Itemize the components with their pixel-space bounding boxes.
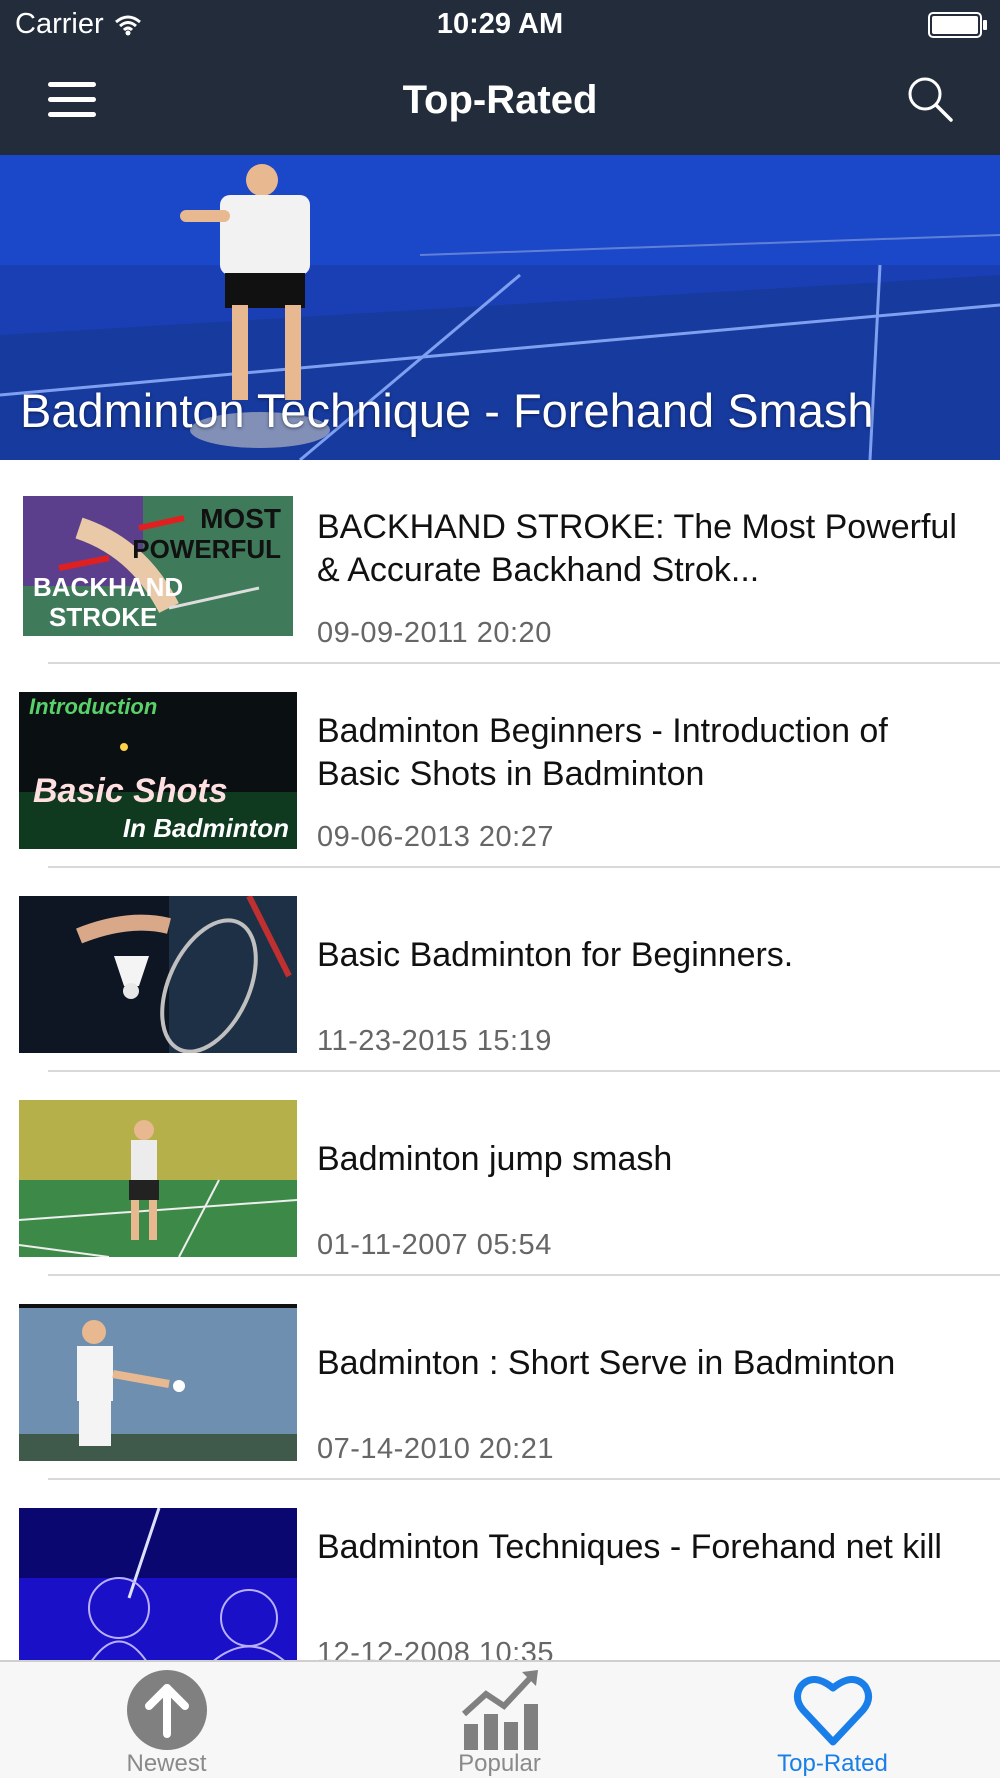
video-title: Badminton Beginners - Introduction of Ba…	[317, 712, 888, 793]
thumb-text-introduction: Introduction	[29, 694, 157, 719]
tab-label: Top-Rated	[777, 1750, 888, 1777]
search-button[interactable]	[905, 74, 955, 124]
video-thumbnail	[19, 896, 297, 1053]
video-title: Basic Badminton for Beginners.	[317, 936, 794, 974]
video-title: BACKHAND STROKE: The Most Powerful & Acc…	[317, 508, 957, 589]
trending-chart-icon	[461, 1670, 538, 1750]
featured-video-banner[interactable]: Badminton Technique - Forehand Smash	[0, 155, 1000, 460]
upload-arrow-icon	[126, 1670, 207, 1750]
video-title: Badminton Techniques - Forehand net kill	[317, 1528, 942, 1566]
video-thumbnail	[19, 1100, 297, 1257]
video-row[interactable]: Badminton jump smash 01-11-2007 05:54	[0, 1072, 1000, 1276]
video-date: 07-14-2010 20:21	[317, 1433, 554, 1465]
thumb-text-powerful: POWERFUL	[132, 534, 281, 564]
video-title: Badminton jump smash	[317, 1140, 673, 1178]
video-date: 09-06-2013 20:27	[317, 821, 554, 853]
thumb-text-most: MOST	[200, 503, 281, 534]
video-thumbnail: MOST POWERFUL BACKHAND STROKE	[19, 488, 297, 645]
video-list: MOST POWERFUL BACKHAND STROKE BACKHAND S…	[0, 460, 1000, 1660]
battery-icon	[928, 12, 987, 38]
video-row[interactable]: Badminton : Short Serve in Badminton 07-…	[0, 1276, 1000, 1480]
featured-video-title: Badminton Technique - Forehand Smash	[20, 384, 874, 437]
tab-popular[interactable]: Popular	[333, 1662, 666, 1778]
tab-top-rated[interactable]: Top-Rated	[666, 1662, 999, 1778]
app-screen: Carrier 10:29 AM Top-Rated Badminton Tec…	[0, 0, 1000, 1778]
tab-bar: Newest Popular Top-Rated	[0, 1660, 1000, 1778]
video-date: 09-09-2011 20:20	[317, 617, 552, 649]
thumb-text-basic-shots: Basic Shots	[33, 772, 228, 810]
thumb-text-stroke: STROKE	[49, 602, 157, 632]
thumb-text-backhand: BACKHAND	[33, 572, 183, 602]
video-date: 11-23-2015 15:19	[317, 1025, 552, 1057]
video-thumbnail	[19, 1508, 297, 1660]
video-row[interactable]: Badminton Techniques - Forehand net kill…	[0, 1480, 1000, 1660]
tab-label: Popular	[458, 1750, 541, 1777]
video-row[interactable]: Introduction Basic Shots In Badminton Ba…	[0, 664, 1000, 868]
video-thumbnail	[19, 1304, 297, 1461]
search-icon	[908, 77, 953, 122]
thumb-text-in-badminton: In Badminton	[123, 813, 289, 843]
navigation-bar: Carrier 10:29 AM Top-Rated	[0, 0, 1000, 155]
video-date: 01-11-2007 05:54	[317, 1229, 552, 1261]
video-row[interactable]: Basic Badminton for Beginners. 11-23-201…	[0, 868, 1000, 1072]
tab-label: Newest	[126, 1750, 207, 1777]
page-title: Top-Rated	[402, 78, 598, 122]
video-date: 12-12-2008 10:35	[317, 1637, 554, 1660]
heart-icon	[793, 1676, 872, 1746]
tab-newest[interactable]: Newest	[0, 1662, 333, 1778]
video-title: Badminton : Short Serve in Badminton	[317, 1344, 896, 1382]
status-time: 10:29 AM	[436, 8, 564, 40]
video-row[interactable]: MOST POWERFUL BACKHAND STROKE BACKHAND S…	[0, 460, 1000, 664]
video-thumbnail: Introduction Basic Shots In Badminton	[19, 692, 297, 849]
